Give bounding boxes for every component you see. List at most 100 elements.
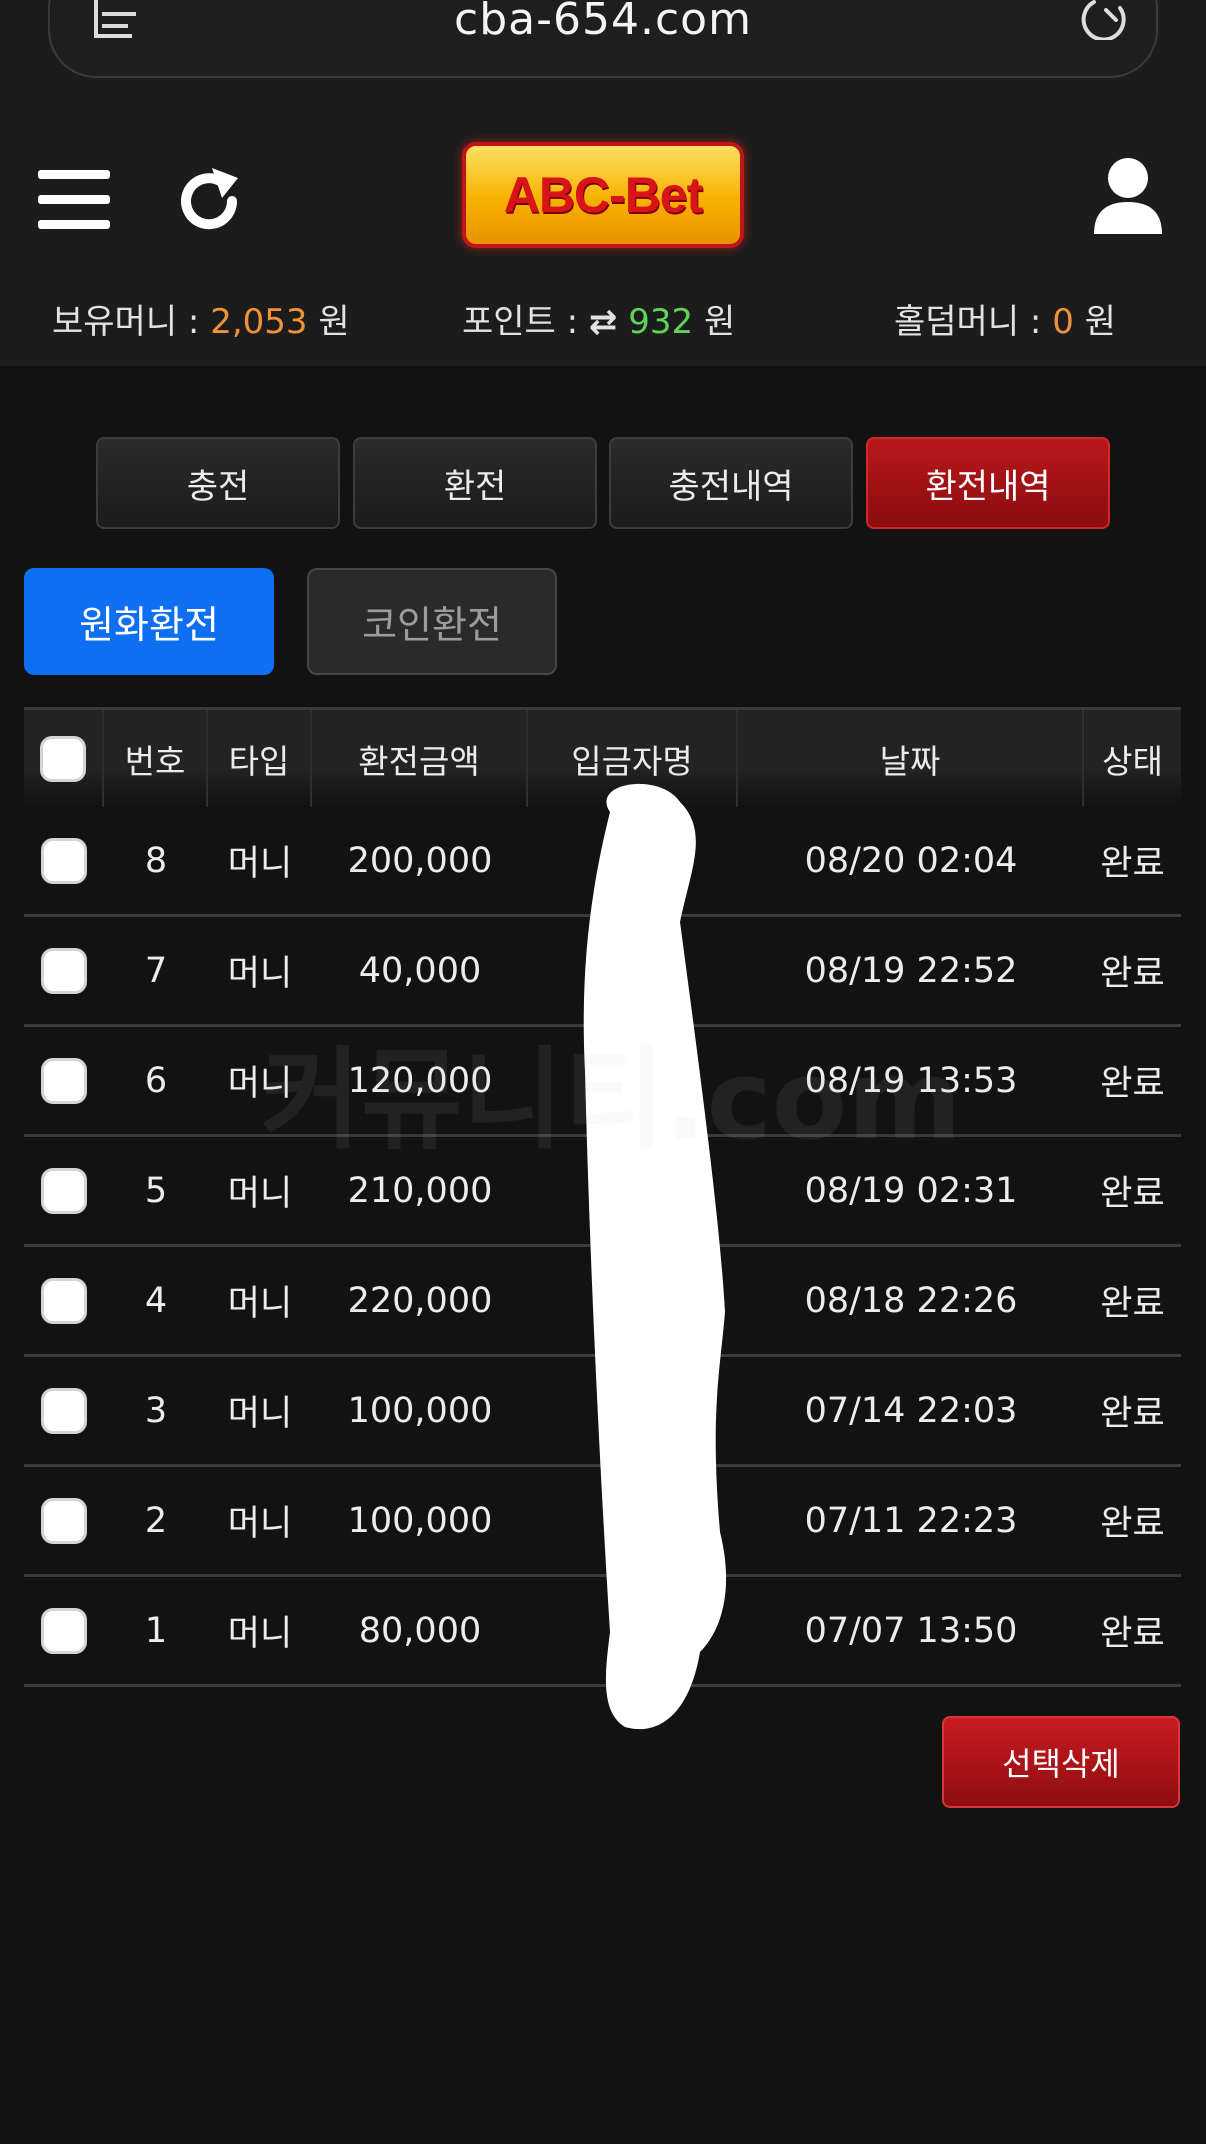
holdem-money-value: 0 [1052, 302, 1074, 342]
row-date: 07/07 13:50 [804, 1610, 1018, 1651]
row-amount: 100,000 [347, 1500, 493, 1541]
row-type: 머니 [227, 1284, 293, 1324]
row-amount: 120,000 [347, 1060, 493, 1101]
row-type: 머니 [227, 844, 293, 884]
table-row[interactable]: 2 머니 100,000 07/11 22:23 완료 [24, 1467, 1181, 1577]
row-checkbox-cell [24, 807, 104, 914]
row-status: 완료 [1100, 1504, 1165, 1544]
row-status: 완료 [1100, 1394, 1165, 1434]
row-number: 3 [144, 1390, 168, 1431]
table-row[interactable]: 3 머니 100,000 07/14 22:03 완료 [24, 1357, 1181, 1467]
select-all-checkbox[interactable] [40, 735, 86, 782]
header-status: 상태 [1102, 741, 1163, 781]
balance-row: 보유머니 : 2,053 원 포인트 : ⇄ 932 원 홀덤머니 : 0 원 [0, 294, 1206, 344]
app-header: ABC-Bet 보유머니 : 2,053 원 포인트 : ⇄ 932 원 홀덤머… [0, 100, 1206, 366]
points[interactable]: 포인트 : ⇄ 932 원 [462, 294, 735, 343]
table-row[interactable]: 6 머니 120,000 08/19 13:53 완료 [24, 1027, 1181, 1137]
row-date: 07/14 22:03 [804, 1390, 1018, 1431]
row-date: 08/20 02:04 [804, 840, 1018, 881]
user-profile-icon[interactable] [1092, 156, 1164, 236]
table-row[interactable]: 5 머니 210,000 08/19 02:31 완료 [24, 1137, 1181, 1247]
table-row[interactable]: 4 머니 220,000 08/18 22:26 완료 [24, 1247, 1181, 1357]
row-checkbox-cell [24, 1247, 104, 1354]
row-type: 머니 [227, 1064, 293, 1104]
row-depositor-name [528, 1577, 738, 1684]
row-number: 4 [144, 1280, 168, 1321]
row-depositor-name [528, 1357, 738, 1464]
row-date: 07/11 22:23 [804, 1500, 1018, 1541]
browser-url-bar: cba-654.com [0, 0, 1206, 100]
table-row[interactable]: 8 머니 200,000 08/20 02:04 완료 [24, 807, 1181, 917]
table-row[interactable]: 7 머니 40,000 08/19 22:52 완료 [24, 917, 1181, 1027]
url-text[interactable]: cba-654.com [0, 0, 1206, 45]
site-logo[interactable]: ABC-Bet [462, 142, 744, 248]
row-checkbox-cell [24, 917, 104, 1024]
holdem-money: 홀덤머니 : 0 원 [894, 302, 1116, 342]
row-checkbox[interactable] [41, 1607, 87, 1654]
row-amount: 40,000 [358, 950, 482, 991]
row-amount: 200,000 [347, 840, 493, 881]
row-date: 08/19 22:52 [804, 950, 1018, 991]
reload-icon[interactable] [1080, 0, 1128, 40]
reader-mode-icon[interactable] [92, 0, 140, 44]
header-amount: 환전금액 [312, 710, 528, 807]
tab-withdraw[interactable]: 환전 [353, 437, 597, 529]
row-status: 완료 [1100, 954, 1165, 994]
row-checkbox[interactable] [41, 1277, 87, 1324]
row-status: 완료 [1100, 1174, 1165, 1214]
row-status: 완료 [1100, 844, 1165, 884]
row-type: 머니 [227, 1394, 293, 1434]
header-no: 번호 [104, 710, 208, 807]
table-body: 8 머니 200,000 08/20 02:04 완료 7 머니 40,000 08/19 22… [24, 807, 1181, 1687]
row-number: 1 [144, 1610, 168, 1651]
row-checkbox[interactable] [41, 1387, 87, 1434]
row-status: 완료 [1100, 1284, 1165, 1324]
points-convert-icon: ⇄ [588, 302, 618, 342]
row-type: 머니 [227, 1174, 293, 1214]
table-header: 번호 타입 환전금액 입금자명 날짜 상태 [24, 707, 1181, 807]
row-amount: 100,000 [347, 1390, 493, 1431]
row-checkbox-cell [24, 1357, 104, 1464]
header-checkbox-cell [24, 710, 104, 807]
header-depositor-name: 입금자명 [528, 710, 738, 807]
row-checkbox[interactable] [41, 947, 87, 994]
row-depositor-name [528, 1027, 738, 1134]
row-date: 08/19 13:53 [804, 1060, 1018, 1101]
row-depositor-name [528, 917, 738, 1024]
row-type: 머니 [227, 954, 293, 994]
row-checkbox[interactable] [41, 1057, 87, 1104]
row-checkbox[interactable] [41, 1497, 87, 1544]
row-number: 2 [144, 1500, 168, 1541]
row-checkbox[interactable] [41, 837, 87, 884]
logo-text: ABC-Bet [503, 167, 704, 223]
row-depositor-name [528, 1137, 738, 1244]
row-number: 7 [144, 950, 168, 991]
header-type: 타입 [208, 710, 312, 807]
points-value: 932 [628, 302, 694, 342]
row-depositor-name [528, 807, 738, 914]
row-status: 완료 [1100, 1614, 1165, 1654]
table-row[interactable]: 1 머니 80,000 07/07 13:50 완료 [24, 1577, 1181, 1687]
subtab-won-withdraw[interactable]: 원화환전 [24, 568, 274, 675]
row-checkbox-cell [24, 1027, 104, 1134]
row-checkbox[interactable] [41, 1167, 87, 1214]
tab-withdraw-history[interactable]: 환전내역 [866, 437, 1110, 529]
header-date: 날짜 [738, 710, 1084, 807]
row-date: 08/19 02:31 [804, 1170, 1018, 1211]
row-depositor-name [528, 1247, 738, 1354]
held-money: 보유머니 : 2,053 원 [52, 302, 350, 342]
delete-selected-button[interactable]: 선택삭제 [942, 1716, 1180, 1808]
page: cba-654.com ABC-Bet 보유머니 : 2,053 원 포인트:… [0, 0, 1206, 2144]
hamburger-menu-icon[interactable] [38, 170, 110, 232]
row-amount: 220,000 [347, 1280, 493, 1321]
row-depositor-name [528, 1467, 738, 1574]
row-date: 08/18 22:26 [804, 1280, 1018, 1321]
row-number: 5 [144, 1170, 168, 1211]
refresh-icon[interactable] [176, 168, 242, 234]
subtab-coin-withdraw[interactable]: 코인환전 [307, 568, 557, 675]
tab-deposit-history[interactable]: 충전내역 [609, 437, 853, 529]
tab-deposit[interactable]: 충전 [96, 437, 340, 529]
held-money-value: 2,053 [210, 302, 308, 342]
row-number: 8 [144, 840, 168, 881]
row-number: 6 [144, 1060, 168, 1101]
